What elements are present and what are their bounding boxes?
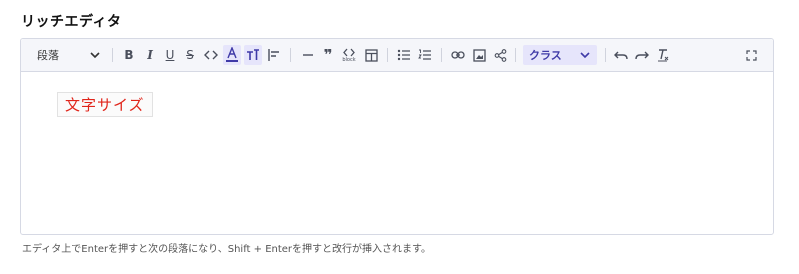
undo-icon [614,50,628,60]
inline-code-button[interactable] [202,45,220,65]
chevron-down-icon [579,49,591,61]
class-select[interactable]: クラス [523,45,597,65]
link-button[interactable] [450,45,466,65]
underline-button[interactable]: U [162,45,178,65]
blockquote-button[interactable]: ❞ [320,45,336,65]
redo-button[interactable] [634,45,650,65]
share-button[interactable] [492,45,508,65]
table-button[interactable] [363,45,379,65]
align-left-icon [267,48,281,62]
rich-text-editor: 段落 B I U S ❞ block クラス 文字サイズ [20,38,774,235]
link-icon [451,50,465,60]
underline-icon: U [165,48,175,62]
ordered-list-button[interactable] [417,45,433,65]
fullscreen-button[interactable] [743,45,759,65]
font-size-icon [246,49,260,61]
clear-format-button[interactable] [655,45,671,65]
toolbar-divider [290,48,291,62]
toolbar-divider [515,48,516,62]
toolbar-divider [112,48,113,62]
table-icon [364,48,378,62]
horizontal-rule-button[interactable] [300,45,316,65]
text-color-button[interactable] [223,45,241,65]
align-left-button[interactable] [266,45,282,65]
code-block-button[interactable]: block [339,45,359,65]
editor-toolbar: 段落 B I U S ❞ block クラス [21,39,773,72]
text-color-icon [225,47,239,63]
toolbar-divider [605,48,606,62]
code-icon [204,49,218,61]
toolbar-divider [387,48,388,62]
bold-button[interactable]: B [121,45,137,65]
clear-format-icon [656,48,670,62]
styled-text-span[interactable]: 文字サイズ [57,92,153,117]
image-icon [472,48,486,62]
bullet-list-icon [397,49,411,61]
fullscreen-icon [745,49,757,61]
field-label: リッチエディタ [21,14,122,30]
editor-content-area[interactable]: 文字サイズ [21,72,773,234]
bold-icon: B [124,48,134,62]
class-select-value: クラス [529,49,562,62]
share-icon [494,48,507,62]
bullet-list-button[interactable] [396,45,412,65]
redo-icon [635,50,649,60]
italic-button[interactable]: I [142,45,158,65]
code-block-caption: block [342,56,356,63]
strikethrough-button[interactable]: S [182,45,198,65]
code-block-icon [343,48,355,57]
strikethrough-icon: S [186,48,194,62]
image-button[interactable] [471,45,487,65]
help-text: エディタ上でEnterを押すと次の段落になり、Shift + Enterを押すと… [22,244,432,255]
paragraph-format-select[interactable]: 段落 [31,45,101,65]
paragraph-format-value: 段落 [37,49,59,62]
horizontal-rule-icon [302,53,314,57]
undo-button[interactable] [613,45,629,65]
chevron-down-icon [89,49,101,61]
ordered-list-icon [418,49,432,61]
quote-icon: ❞ [323,46,333,64]
toolbar-divider [441,48,442,62]
italic-icon: I [147,48,153,62]
font-size-button[interactable] [244,45,262,65]
